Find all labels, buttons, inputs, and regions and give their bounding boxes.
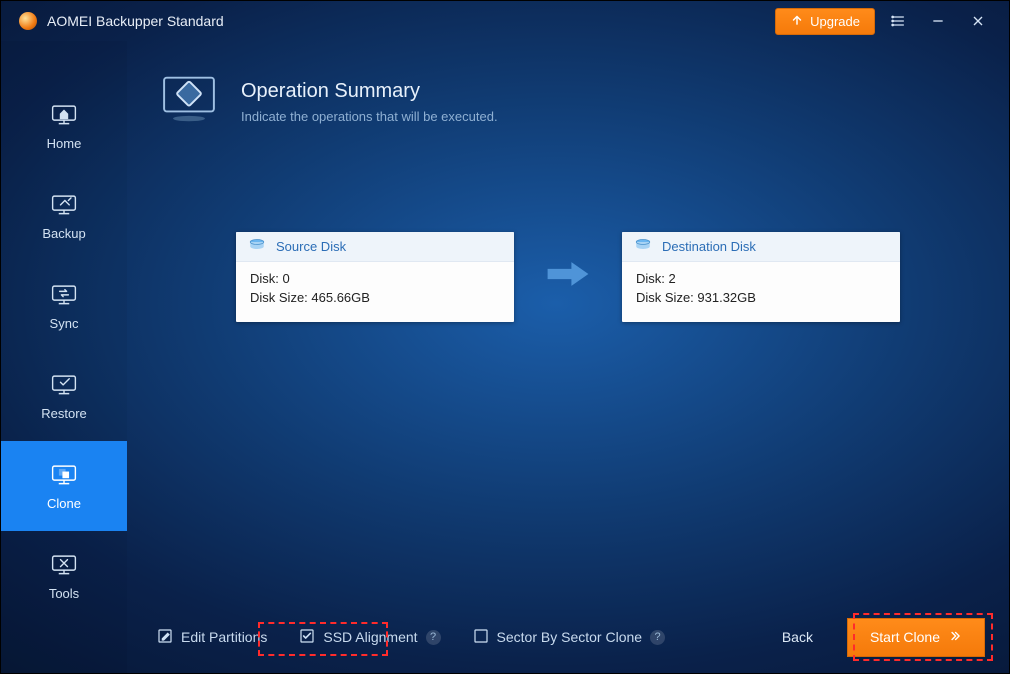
sidebar-item-label: Tools (49, 586, 79, 601)
tools-monitor-icon (50, 552, 78, 576)
upgrade-button[interactable]: Upgrade (775, 8, 875, 35)
checkbox-checked-icon (299, 628, 315, 647)
help-icon[interactable]: ? (426, 630, 441, 645)
sidebar-item-clone[interactable]: Clone (1, 441, 127, 531)
disk-stack-icon (248, 238, 266, 255)
sync-monitor-icon (50, 282, 78, 306)
sidebar: Home Backup Sync Restore (1, 41, 127, 673)
chevrons-right-icon (948, 629, 962, 646)
back-label: Back (782, 629, 813, 645)
arrow-right-icon (542, 257, 594, 296)
sidebar-item-restore[interactable]: Restore (1, 351, 127, 441)
help-icon[interactable]: ? (650, 630, 665, 645)
app-logo-icon (19, 12, 37, 30)
sidebar-item-backup[interactable]: Backup (1, 171, 127, 261)
upgrade-arrow-icon (790, 13, 804, 30)
dest-card-title: Destination Disk (662, 239, 756, 254)
restore-monitor-icon (50, 372, 78, 396)
sidebar-item-label: Home (47, 136, 82, 151)
back-button[interactable]: Back (768, 621, 827, 653)
sector-clone-label: Sector By Sector Clone (497, 629, 643, 645)
titlebar: AOMEI Backupper Standard Upgrade (1, 1, 1009, 41)
backup-monitor-icon (50, 192, 78, 216)
dest-disk-line2: Disk Size: 931.32GB (636, 289, 886, 308)
destination-disk-card[interactable]: Destination Disk Disk: 2 Disk Size: 931.… (622, 232, 900, 322)
sidebar-item-tools[interactable]: Tools (1, 531, 127, 621)
ssd-alignment-checkbox[interactable]: SSD Alignment ? (293, 624, 446, 651)
page-header: Operation Summary Indicate the operation… (157, 71, 979, 132)
checkbox-unchecked-icon (473, 628, 489, 647)
app-title: AOMEI Backupper Standard (47, 13, 775, 29)
source-disk-line1: Disk: 0 (250, 270, 500, 289)
sidebar-item-home[interactable]: Home (1, 81, 127, 171)
footer-bar: Edit Partitions SSD Alignment ? Sector B… (127, 601, 1009, 673)
page-title: Operation Summary (241, 80, 498, 103)
edit-icon (157, 628, 173, 647)
dest-disk-line1: Disk: 2 (636, 270, 886, 289)
source-disk-card[interactable]: Source Disk Disk: 0 Disk Size: 465.66GB (236, 232, 514, 322)
source-card-title: Source Disk (276, 239, 346, 254)
upgrade-label: Upgrade (810, 14, 860, 29)
start-clone-button[interactable]: Start Clone (847, 618, 985, 657)
clone-monitor-icon (50, 462, 78, 486)
ssd-alignment-label: SSD Alignment (323, 629, 417, 645)
start-clone-label: Start Clone (870, 629, 940, 645)
page-subtitle: Indicate the operations that will be exe… (241, 109, 498, 124)
summary-header-icon (157, 71, 221, 132)
sidebar-item-label: Backup (42, 226, 85, 241)
close-icon[interactable] (961, 7, 995, 35)
disk-stack-icon (634, 238, 652, 255)
sidebar-item-sync[interactable]: Sync (1, 261, 127, 351)
sidebar-item-label: Sync (50, 316, 79, 331)
edit-partitions-label: Edit Partitions (181, 629, 267, 645)
menu-icon[interactable] (881, 7, 915, 35)
sidebar-item-label: Clone (47, 496, 81, 511)
edit-partitions-button[interactable]: Edit Partitions (151, 624, 273, 651)
home-monitor-icon (50, 102, 78, 126)
sector-clone-checkbox[interactable]: Sector By Sector Clone ? (467, 624, 672, 651)
source-disk-line2: Disk Size: 465.66GB (250, 289, 500, 308)
main-content: Operation Summary Indicate the operation… (127, 41, 1009, 673)
summary-row: Source Disk Disk: 0 Disk Size: 465.66GB (157, 232, 979, 322)
sidebar-item-label: Restore (41, 406, 87, 421)
minimize-icon[interactable] (921, 7, 955, 35)
